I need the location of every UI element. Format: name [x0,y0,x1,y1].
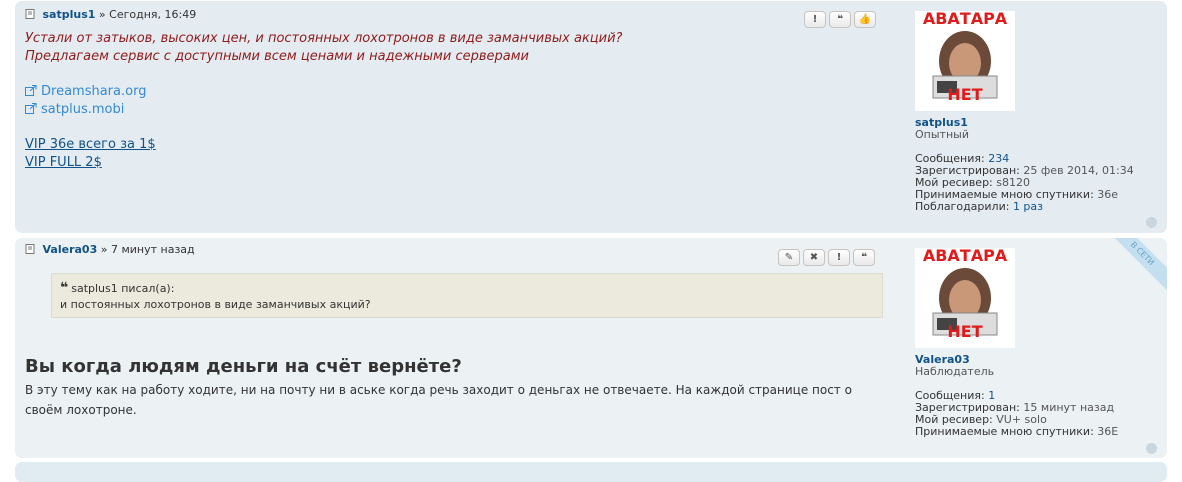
link-satplus[interactable]: satplus.mobi [25,101,622,119]
post-buttons: ! ❝ 👍 [804,11,876,28]
offer-vip36e[interactable]: VIP 36e всего за 1$ [25,136,622,154]
post-2: В СЕТИ Valera03 » 7 минут назад ✎ ✖ ! ❝ … [15,238,1167,458]
post-profile: АВАТАРА НЕТ satplus1 Опытный Сообщения: … [915,11,1160,213]
avatar-top-text: АВАТАРА [922,11,1008,28]
row-value: 36e [1097,188,1119,201]
quote-button[interactable]: ❝ [829,11,851,28]
quote-text: и постоянных лохотронов в виде заманчивы… [60,298,371,311]
post-text-line2: Предлагаем сервис с доступными всем цена… [25,49,529,64]
quote-button[interactable]: ❝ [853,249,875,266]
link-label: satplus.mobi [41,102,125,117]
quote-icon: ❝ [60,280,69,296]
row-label: Принимаемые мною спутники: [915,425,1094,438]
post-3 [15,462,1167,482]
offer-vipfull[interactable]: VIP FULL 2$ [25,154,622,172]
profile-rank: Наблюдатель [915,365,995,378]
post-icon[interactable] [25,244,35,254]
avatar[interactable]: АВАТАРА НЕТ [915,11,1015,111]
post-header: Valera03 » 7 минут назад [25,243,195,256]
post-author[interactable]: Valera03 [43,243,98,256]
avatar-bottom-text: НЕТ [947,85,983,104]
post-heading: Вы когда людям деньги на счёт вернёте? [25,356,462,377]
edit-button[interactable]: ✎ [778,249,800,266]
quote-box: ❝ satplus1 писал(а): и постоянных лохотро… [51,273,883,318]
post-profile: АВАТАРА НЕТ Valera03 Наблюдатель Сообщен… [915,248,1160,438]
external-link-icon [25,85,37,96]
row-value: 36E [1097,425,1119,438]
profile-row-thanked: Поблагодарили: 1 раз [915,201,1160,213]
thanks-button[interactable]: 👍 [854,11,876,28]
back-to-top-icon[interactable] [1146,217,1157,228]
back-to-top-icon[interactable] [1146,443,1157,454]
post-1: satplus1 » Сегодня, 16:49 ! ❝ 👍 Устали о… [15,1,1167,233]
post-header: satplus1 » Сегодня, 16:49 [25,8,196,21]
post-content: Устали от затыков, высоких цен, и постоя… [25,30,622,172]
row-label: Поблагодарили: [915,200,1010,213]
row-value: 25 фев 2014, 01:34 [1023,164,1134,177]
post-body: В эту тему как на работу ходите, ни на п… [25,383,852,417]
thanked-value[interactable]: 1 раз [1013,200,1043,213]
post-text-line1: Устали от затыков, высоких цен, и постоя… [25,31,623,46]
post-icon[interactable] [25,9,35,19]
delete-button[interactable]: ✖ [803,249,825,266]
avatar[interactable]: АВАТАРА НЕТ [915,248,1015,348]
link-dreamshara[interactable]: Dreamshara.org [25,83,622,101]
post-sep: » [98,8,106,21]
post-time: 7 минут назад [110,243,195,256]
post-author[interactable]: satplus1 [43,8,96,21]
post-time: Сегодня, 16:49 [109,8,197,21]
avatar-bottom-text: НЕТ [947,322,983,341]
external-link-icon [25,103,37,114]
profile-row-satellites: Принимаемые мною спутники: 36E [915,426,1160,438]
avatar-top-text: АВАТАРА [922,248,1008,265]
post-buttons: ✎ ✖ ! ❝ [778,249,875,266]
link-label: Dreamshara.org [41,84,147,99]
profile-rank: Опытный [915,128,969,141]
quote-author: satplus1 писал(а): [71,282,175,295]
report-button[interactable]: ! [804,11,826,28]
report-button[interactable]: ! [828,249,850,266]
post-sep: » [100,243,108,256]
